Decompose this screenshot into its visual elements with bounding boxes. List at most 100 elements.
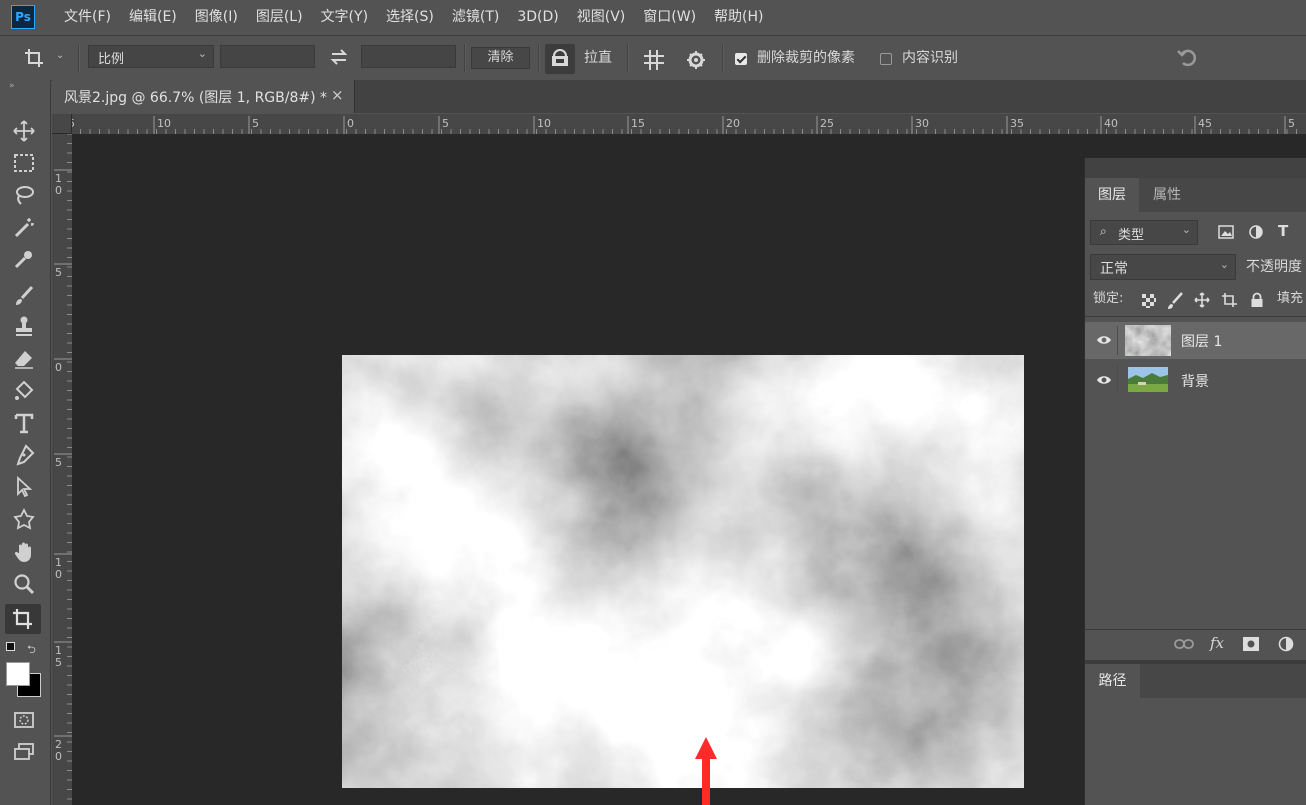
ruler-label: 5	[55, 456, 62, 469]
lock-transparent-icon[interactable]	[1142, 294, 1156, 312]
delete-cropped-checkbox[interactable]	[735, 53, 747, 65]
reset-icon[interactable]	[1176, 48, 1198, 72]
brush-tool-icon[interactable]	[11, 283, 37, 309]
link-icon[interactable]	[1174, 638, 1194, 654]
ruler-top[interactable]: 51050510152025303540455	[52, 114, 1306, 135]
lock-pixels-icon[interactable]	[1167, 292, 1183, 314]
background-thumbnail	[1128, 367, 1168, 392]
menu-3d[interactable]: 3D(D)	[508, 0, 567, 34]
ruler-label: 25	[820, 117, 834, 130]
lock-position-icon[interactable]	[1194, 292, 1210, 312]
zoom-tool-icon[interactable]	[11, 571, 37, 597]
chevron-down-icon[interactable]: ⌄	[56, 50, 64, 61]
clear-button[interactable]: 清除	[471, 47, 530, 69]
lasso-tool-icon[interactable]	[11, 182, 37, 208]
close-tab-icon[interactable]: ×	[331, 86, 344, 104]
ruler-label: 5	[55, 266, 62, 279]
grid-overlay-icon[interactable]	[643, 49, 665, 75]
ruler-label: 20	[726, 117, 740, 130]
document-tab[interactable]: 风景2.jpg @ 66.7% (图层 1, RGB/8#) * ×	[52, 80, 355, 113]
menu-file[interactable]: 文件(F)	[55, 0, 120, 34]
gear-icon[interactable]	[686, 50, 708, 76]
layer-filter-select[interactable]: ⌕ 类型 ⌄	[1090, 220, 1198, 245]
fx-icon[interactable]: fx	[1210, 634, 1224, 652]
layer-1-thumbnail	[1125, 325, 1171, 356]
type-tool-icon[interactable]	[11, 410, 37, 436]
eye-icon[interactable]	[1096, 332, 1112, 352]
menu-filter[interactable]: 滤镜(T)	[443, 0, 508, 34]
move-tool-icon[interactable]	[11, 118, 37, 144]
ruler-label: 40	[1104, 117, 1118, 130]
filter-type-value: 类型	[1118, 228, 1145, 243]
straighten-label[interactable]: 拉直	[584, 48, 612, 68]
crop-tool-icon[interactable]	[5, 604, 41, 634]
ruler-label: 0	[55, 361, 62, 374]
layer-row[interactable]: 背景	[1085, 361, 1306, 398]
menu-image[interactable]: 图像(I)	[186, 0, 247, 34]
menu-type[interactable]: 文字(Y)	[312, 0, 377, 34]
ruler-label: 10	[157, 117, 171, 130]
photoshop-logo[interactable]: Ps	[11, 5, 35, 29]
eraser-tool-icon[interactable]	[11, 346, 37, 372]
menu-edit[interactable]: 编辑(E)	[120, 0, 186, 34]
height-input[interactable]	[361, 45, 456, 68]
menu-view[interactable]: 视图(V)	[568, 0, 635, 34]
menu-window[interactable]: 窗口(W)	[634, 0, 705, 34]
ruler-label: 35	[1010, 117, 1024, 130]
paint-bucket-tool-icon[interactable]	[11, 378, 37, 404]
layer-row[interactable]: 图层 1	[1085, 322, 1306, 359]
chevron-down-icon: ⌄	[197, 47, 207, 60]
tab-layers[interactable]: 图层	[1085, 178, 1139, 212]
ruler-label: 30	[915, 117, 929, 130]
width-input[interactable]	[220, 45, 315, 68]
ruler-label: 5	[1288, 117, 1295, 130]
layer-name[interactable]: 背景	[1181, 371, 1209, 391]
collapse-icon[interactable]: »	[9, 81, 15, 91]
eye-icon[interactable]	[1096, 372, 1112, 392]
path-selection-tool-icon[interactable]	[11, 474, 37, 500]
tab-properties[interactable]: 属性	[1140, 178, 1194, 212]
menu-select[interactable]: 选择(S)	[377, 0, 443, 34]
ruler-left[interactable]: 10505101520	[52, 134, 73, 805]
blend-mode-select[interactable]: 正常 ⌄	[1090, 254, 1236, 280]
screen-mode-icon[interactable]	[11, 739, 37, 765]
quick-mask-icon[interactable]	[11, 707, 37, 733]
stamp-tool-icon[interactable]	[11, 313, 37, 339]
default-colors-icon[interactable]	[6, 642, 15, 651]
eyedropper-tool-icon[interactable]	[11, 246, 37, 272]
pen-tool-icon[interactable]	[11, 442, 37, 468]
tab-paths[interactable]: 路径	[1085, 664, 1140, 698]
panel-header-strip	[1085, 158, 1306, 178]
foreground-color-swatch[interactable]	[6, 662, 30, 686]
lock-all-icon[interactable]	[1250, 292, 1264, 312]
adjustment-icon[interactable]	[1278, 636, 1294, 656]
ruler-label: 0	[55, 750, 62, 763]
magic-wand-tool-icon[interactable]	[11, 214, 37, 240]
layer-name[interactable]: 图层 1	[1181, 331, 1222, 351]
crop-preset-icon[interactable]	[24, 47, 50, 69]
ruler-label: 45	[1198, 117, 1212, 130]
document-tab-bar: 风景2.jpg @ 66.7% (图层 1, RGB/8#) * ×	[52, 80, 1306, 113]
lock-label: 锁定:	[1093, 291, 1124, 306]
menu-help[interactable]: 帮助(H)	[705, 0, 772, 34]
ratio-select[interactable]: 比例 ⌄	[88, 45, 214, 68]
type-filter-icon[interactable]: T	[1278, 222, 1288, 240]
lock-artboard-icon[interactable]	[1221, 292, 1238, 312]
hand-tool-icon[interactable]	[11, 539, 37, 565]
search-icon: ⌕	[1100, 224, 1107, 238]
mask-icon[interactable]	[1243, 637, 1259, 655]
fill-label: 填充	[1277, 291, 1304, 306]
ruler-label: 0	[347, 117, 354, 130]
adjustment-filter-icon[interactable]	[1248, 224, 1264, 244]
ruler-label: 0	[55, 568, 62, 581]
swap-icon[interactable]	[329, 48, 349, 70]
shape-tool-icon[interactable]	[11, 506, 37, 532]
menu-layer[interactable]: 图层(L)	[247, 0, 312, 34]
cloud-render-image[interactable]	[342, 355, 1024, 788]
swap-colors-icon[interactable]: ⮌	[27, 641, 36, 660]
pixel-filter-icon[interactable]	[1218, 225, 1234, 243]
content-aware-checkbox[interactable]	[880, 53, 892, 65]
marquee-tool-icon[interactable]	[11, 150, 37, 176]
ruler-origin[interactable]	[52, 114, 72, 134]
straighten-icon[interactable]	[545, 44, 575, 74]
